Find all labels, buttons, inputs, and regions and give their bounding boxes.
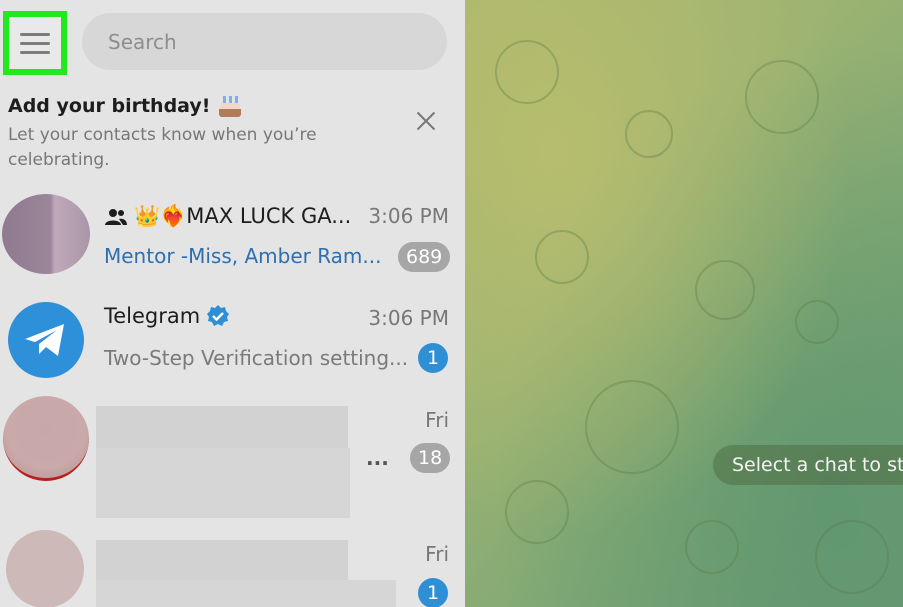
unread-badge: 689	[398, 242, 451, 272]
doodle-circle	[695, 260, 755, 320]
avatar	[2, 194, 90, 274]
avatar	[3, 396, 89, 481]
chat-time: 3:06 PM	[368, 204, 449, 228]
birthday-banner[interactable]: Add your birthday! Let your contacts kno…	[8, 95, 448, 173]
doodle-circle	[625, 110, 673, 158]
chat-name: 👑❤️‍🔥MAX LUCK GA...	[134, 204, 352, 228]
doodle-circle	[505, 480, 569, 544]
chat-name: Telegram	[104, 304, 201, 328]
select-chat-hint: Select a chat to st	[713, 445, 903, 485]
chat-time: 3:06 PM	[368, 306, 449, 330]
unread-badge: 1	[418, 578, 448, 607]
doodle-circle	[795, 300, 839, 344]
chat-item-blurred-1[interactable]: Fri ... 18	[0, 396, 465, 524]
banner-title-row: Add your birthday!	[8, 95, 448, 117]
doodle-circle	[495, 40, 559, 104]
unread-badge: 1	[418, 343, 448, 373]
telegram-avatar	[8, 302, 84, 378]
chat-item-blurred-2[interactable]: Fri 1	[0, 530, 465, 607]
doodle-circle	[815, 520, 889, 594]
doodle-circle	[535, 230, 589, 284]
chat-name-row: 👑❤️‍🔥MAX LUCK GA...	[104, 204, 351, 229]
close-icon[interactable]	[413, 108, 439, 134]
chat-background: Select a chat to st	[465, 0, 903, 607]
verified-icon	[207, 305, 230, 326]
unread-badge: 18	[410, 443, 451, 473]
search-placeholder: Search	[108, 29, 177, 54]
cake-icon	[218, 95, 242, 117]
blurred-preview	[96, 580, 396, 607]
chat-item-telegram[interactable]: Telegram 3:06 PM Two-Step Verification s…	[0, 294, 465, 394]
avatar	[6, 530, 84, 607]
main-menu-button[interactable]	[3, 11, 67, 75]
chat-preview: Two-Step Verification setting...	[104, 346, 409, 370]
doodle-circle	[745, 60, 819, 134]
chat-item-max-luck[interactable]: 👑❤️‍🔥MAX LUCK GA... 3:06 PM Mentor -Miss…	[0, 190, 465, 290]
blurred-name	[96, 540, 348, 580]
chat-time: Fri	[425, 408, 449, 432]
chat-time: Fri	[425, 542, 449, 566]
hamburger-icon	[20, 32, 50, 54]
banner-title: Add your birthday!	[8, 95, 211, 117]
blurred-name	[96, 406, 348, 448]
chat-list-sidebar: Search Add your birthday! Let your conta…	[0, 0, 465, 607]
search-input[interactable]: Search	[82, 13, 447, 70]
doodle-circle	[685, 520, 739, 574]
blurred-preview	[96, 448, 350, 518]
chat-preview: ...	[366, 446, 389, 470]
chat-preview: Mentor -Miss, Amber Ram...	[104, 244, 382, 268]
group-icon	[105, 208, 127, 225]
doodle-circle	[585, 380, 679, 474]
telegram-logo-icon	[25, 324, 64, 356]
banner-subtitle: Let your contacts know when you’re celeb…	[8, 125, 317, 170]
chat-name-row: Telegram	[104, 304, 230, 328]
